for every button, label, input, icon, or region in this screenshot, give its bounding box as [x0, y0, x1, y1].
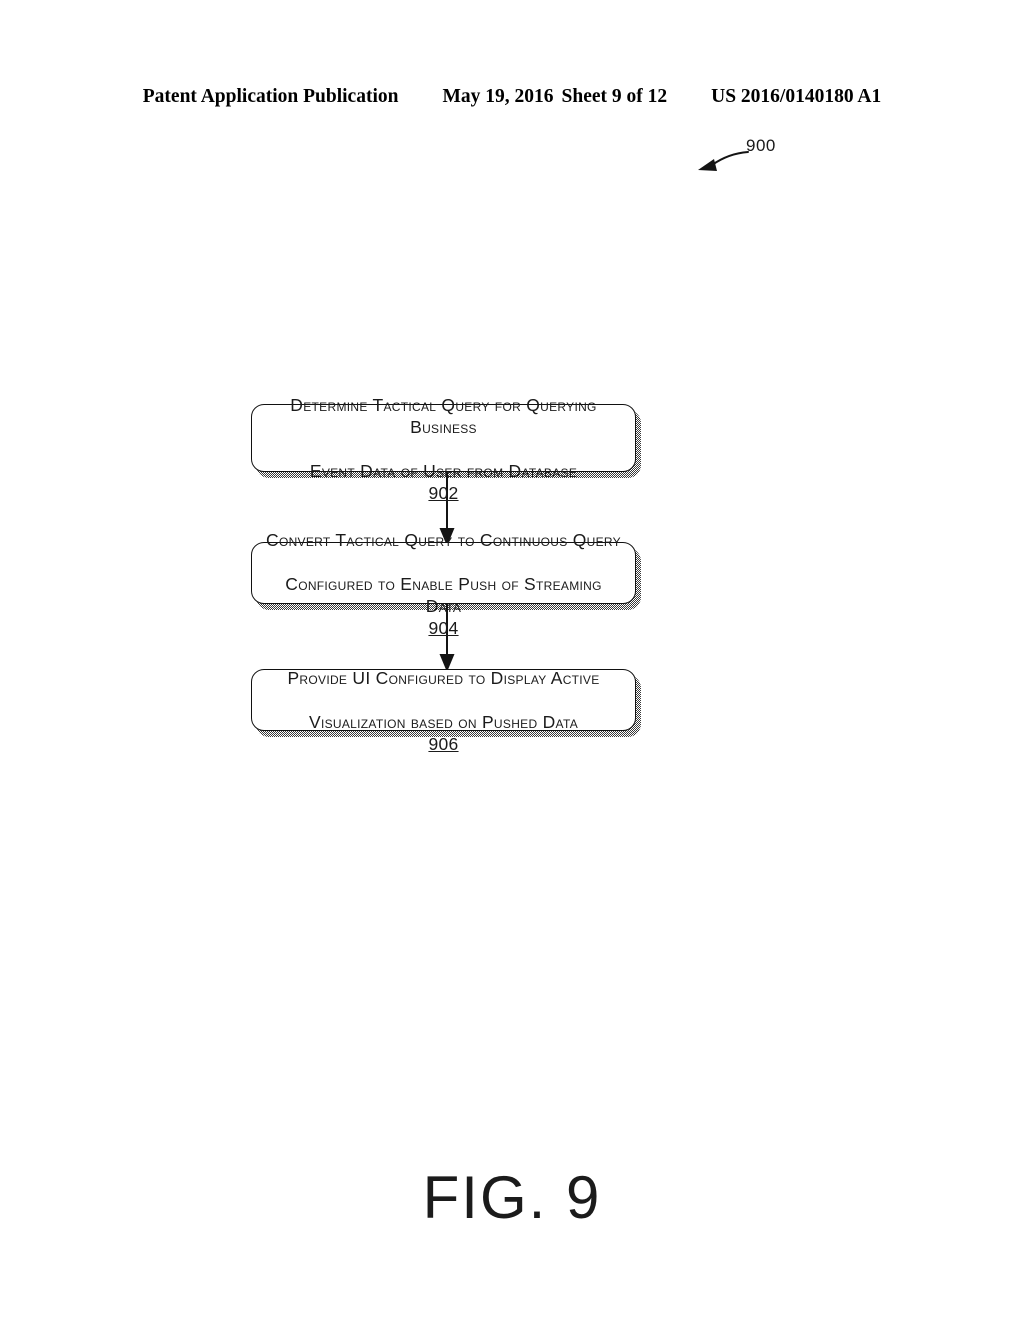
- flowchart-step-906-line1: Provide UI Configured to Display Active: [287, 668, 600, 688]
- flowchart-step-906-refnum: 906: [428, 734, 459, 754]
- flowchart-step-904-text: Convert Tactical Query to Continuous Que…: [252, 507, 635, 639]
- flowchart-step-904-line1: Convert Tactical Query to Continuous Que…: [266, 530, 621, 550]
- flowchart-step-902-text: Determine Tactical Query for Querying Bu…: [252, 372, 635, 504]
- flowchart-step-902-line1: Determine Tactical Query for Querying Bu…: [290, 395, 597, 437]
- flowchart-step-904: Convert Tactical Query to Continuous Que…: [251, 530, 636, 638]
- flowchart: Determine Tactical Query for Querying Bu…: [0, 0, 1024, 1320]
- flowchart-step-906: Provide UI Configured to Display Active …: [251, 668, 636, 754]
- flowchart-step-902-line2: Event Data of User from Database: [309, 461, 578, 481]
- figure-caption: FIG. 9: [422, 1164, 602, 1231]
- flowchart-step-904-line2: Configured to Enable Push of Streaming D…: [285, 574, 602, 616]
- flowchart-step-906-line2: Visualization based on Pushed Data: [309, 712, 578, 732]
- flowchart-step-904-refnum: 904: [428, 618, 459, 638]
- flowchart-step-902-refnum: 902: [428, 483, 459, 503]
- flowchart-step-902: Determine Tactical Query for Querying Bu…: [251, 395, 636, 503]
- flowchart-step-906-text: Provide UI Configured to Display Active …: [273, 645, 613, 755]
